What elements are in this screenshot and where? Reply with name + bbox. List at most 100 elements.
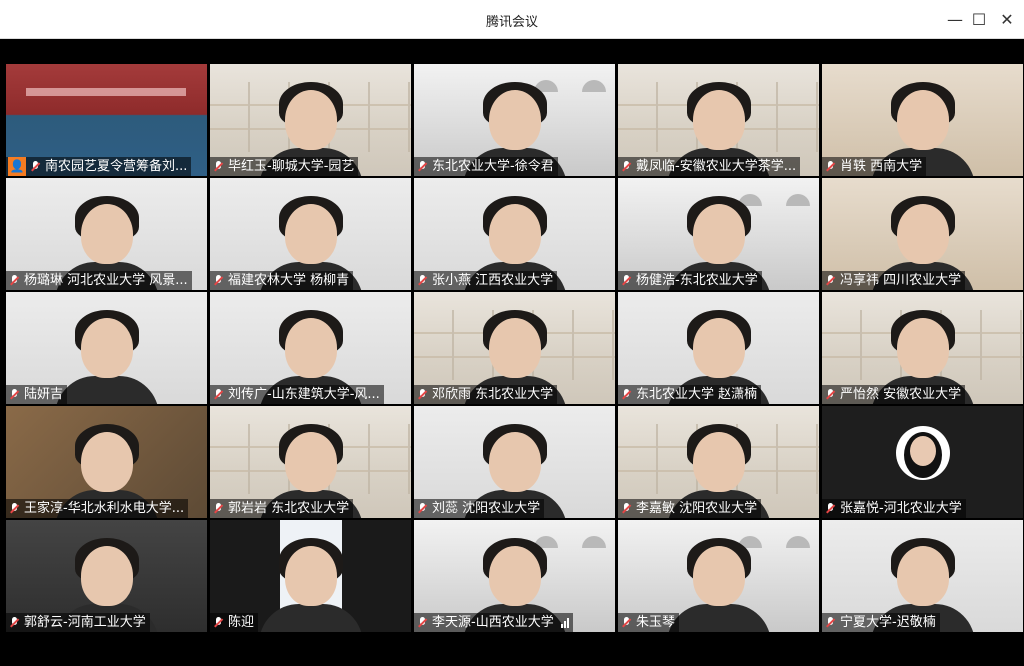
mic-muted-icon: [824, 388, 837, 401]
participant-tile[interactable]: 戴凤临-安徽农业大学茶学...: [618, 64, 819, 176]
participant-nametag: 戴凤临-安徽农业大学茶学...: [618, 157, 801, 176]
participant-tile[interactable]: 严怡然 安徽农业大学: [822, 292, 1023, 404]
mic-muted-icon: [8, 388, 21, 401]
participant-tile[interactable]: 刘蕊 沈阳农业大学: [414, 406, 615, 518]
mic-muted-icon: [824, 616, 837, 629]
participant-tile[interactable]: 冯享祎 四川农业大学: [822, 178, 1023, 290]
mic-muted-icon: [8, 274, 21, 287]
meeting-window: 腾讯会议 — ☐ ✕ 👤 南农园艺夏令营筹备刘... 毕红玉-聊城大学-园艺 东北农业…: [0, 0, 1024, 666]
participant-nametag: 严怡然 安徽农业大学: [822, 385, 966, 404]
mic-muted-icon: [620, 388, 633, 401]
mic-muted-icon: [824, 502, 837, 515]
participant-tile[interactable]: 刘传广-山东建筑大学-风...: [210, 292, 411, 404]
participant-name: 南农园艺夏令营筹备刘...: [45, 159, 188, 174]
mic-muted-icon: [416, 274, 429, 287]
participant-tile[interactable]: 东北农业大学-徐令君: [414, 64, 615, 176]
participant-name: 东北农业大学 赵潇楠: [636, 387, 758, 402]
participant-tile[interactable]: 朱玉琴: [618, 520, 819, 632]
participant-name: 李嘉敏 沈阳农业大学: [636, 501, 758, 516]
participant-tile[interactable]: 宁夏大学-迟敬楠: [822, 520, 1023, 632]
participant-tile[interactable]: 李天源-山西农业大学: [414, 520, 615, 632]
participant-tile[interactable]: 毕红玉-聊城大学-园艺: [210, 64, 411, 176]
mic-muted-icon: [824, 160, 837, 173]
participant-tile[interactable]: 王家淳-华北水利水电大学...: [6, 406, 207, 518]
lamp-icon: [582, 536, 606, 548]
participant-name: 张小燕 江西农业大学: [432, 273, 554, 288]
participant-name: 杨健浩-东北农业大学: [636, 273, 758, 288]
participant-name: 郭舒云-河南工业大学: [24, 615, 146, 630]
participant-nametag: 👤 南农园艺夏令营筹备刘...: [6, 157, 192, 176]
mic-muted-icon: [620, 160, 633, 173]
mic-muted-icon: [824, 274, 837, 287]
mic-muted-icon: [29, 160, 42, 173]
participant-name: 刘传广-山东建筑大学-风...: [228, 387, 380, 402]
participant-tile[interactable]: 李嘉敏 沈阳农业大学: [618, 406, 819, 518]
participant-tile[interactable]: 张小燕 江西农业大学: [414, 178, 615, 290]
participant-nametag: 刘蕊 沈阳农业大学: [414, 499, 545, 518]
avatar: [896, 426, 950, 480]
participant-nametag: 朱玉琴: [618, 613, 680, 632]
participant-tile[interactable]: 陆妍吉: [6, 292, 207, 404]
participant-tile[interactable]: 邓欣雨 东北农业大学: [414, 292, 615, 404]
participant-tile[interactable]: 东北农业大学 赵潇楠: [618, 292, 819, 404]
participant-grid: 👤 南农园艺夏令营筹备刘... 毕红玉-聊城大学-园艺 东北农业大学-徐令君 戴凤临-安…: [6, 64, 1023, 632]
participant-nametag: 杨璐琳 河北农业大学 风景...: [6, 271, 192, 290]
participant-name: 东北农业大学-徐令君: [432, 159, 554, 174]
mic-muted-icon: [212, 616, 225, 629]
participant-name: 郭岩岩 东北农业大学: [228, 501, 350, 516]
participant-tile[interactable]: 郭舒云-河南工业大学: [6, 520, 207, 632]
participant-nametag: 王家淳-华北水利水电大学...: [6, 499, 189, 518]
participant-nametag: 邓欣雨 东北农业大学: [414, 385, 558, 404]
maximize-button[interactable]: ☐: [968, 8, 990, 30]
participant-nametag: 张小燕 江西农业大学: [414, 271, 558, 290]
mic-muted-icon: [212, 274, 225, 287]
participant-name: 陆妍吉: [24, 387, 64, 402]
mic-muted-icon: [8, 502, 21, 515]
participant-nametag: 肖轶 西南大学: [822, 157, 927, 176]
participant-name: 张嘉悦-河北农业大学: [840, 501, 962, 516]
mic-muted-icon: [416, 616, 429, 629]
participant-nametag: 李天源-山西农业大学: [414, 613, 573, 632]
participant-name: 肖轶 西南大学: [840, 159, 923, 174]
participant-name: 宁夏大学-迟敬楠: [840, 615, 936, 630]
participant-name: 李天源-山西农业大学: [432, 615, 554, 630]
mic-muted-icon: [212, 160, 225, 173]
participant-name: 福建农林大学 杨柳青: [228, 273, 350, 288]
participant-tile[interactable]: 👤 南农园艺夏令营筹备刘...: [6, 64, 207, 176]
signal-icon: [560, 617, 569, 628]
participant-nametag: 杨健浩-东北农业大学: [618, 271, 762, 290]
participant-nametag: 东北农业大学 赵潇楠: [618, 385, 762, 404]
participant-name: 戴凤临-安徽农业大学茶学...: [636, 159, 797, 174]
close-button[interactable]: ✕: [996, 8, 1018, 30]
participant-name: 毕红玉-聊城大学-园艺: [228, 159, 355, 174]
participant-tile[interactable]: 肖轶 西南大学: [822, 64, 1023, 176]
participant-nametag: 毕红玉-聊城大学-园艺: [210, 157, 359, 176]
mic-muted-icon: [416, 388, 429, 401]
mic-muted-icon: [212, 502, 225, 515]
mic-muted-icon: [620, 274, 633, 287]
participant-tile[interactable]: 陈迎: [210, 520, 411, 632]
participant-name: 王家淳-华北水利水电大学...: [24, 501, 185, 516]
participant-tile[interactable]: 杨璐琳 河北农业大学 风景...: [6, 178, 207, 290]
participant-nametag: 张嘉悦-河北农业大学: [822, 499, 966, 518]
mic-muted-icon: [620, 616, 633, 629]
banner: [26, 88, 186, 96]
participant-name: 冯享祎 四川农业大学: [840, 273, 962, 288]
participant-tile[interactable]: 张嘉悦-河北农业大学: [822, 406, 1023, 518]
lamp-icon: [786, 194, 810, 206]
participant-nametag: 东北农业大学-徐令君: [414, 157, 558, 176]
lamp-icon: [786, 536, 810, 548]
participant-nametag: 福建农林大学 杨柳青: [210, 271, 354, 290]
minimize-button[interactable]: —: [944, 8, 966, 30]
participant-tile[interactable]: 福建农林大学 杨柳青: [210, 178, 411, 290]
title-bar: 腾讯会议 — ☐ ✕: [0, 0, 1024, 39]
participant-name: 陈迎: [228, 615, 255, 630]
participant-nametag: 宁夏大学-迟敬楠: [822, 613, 940, 632]
mic-muted-icon: [212, 388, 225, 401]
participant-tile[interactable]: 杨健浩-东北农业大学: [618, 178, 819, 290]
mic-muted-icon: [416, 502, 429, 515]
participant-name: 杨璐琳 河北农业大学 风景...: [24, 273, 188, 288]
participant-name: 邓欣雨 东北农业大学: [432, 387, 554, 402]
participant-video: [251, 532, 371, 632]
participant-tile[interactable]: 郭岩岩 东北农业大学: [210, 406, 411, 518]
